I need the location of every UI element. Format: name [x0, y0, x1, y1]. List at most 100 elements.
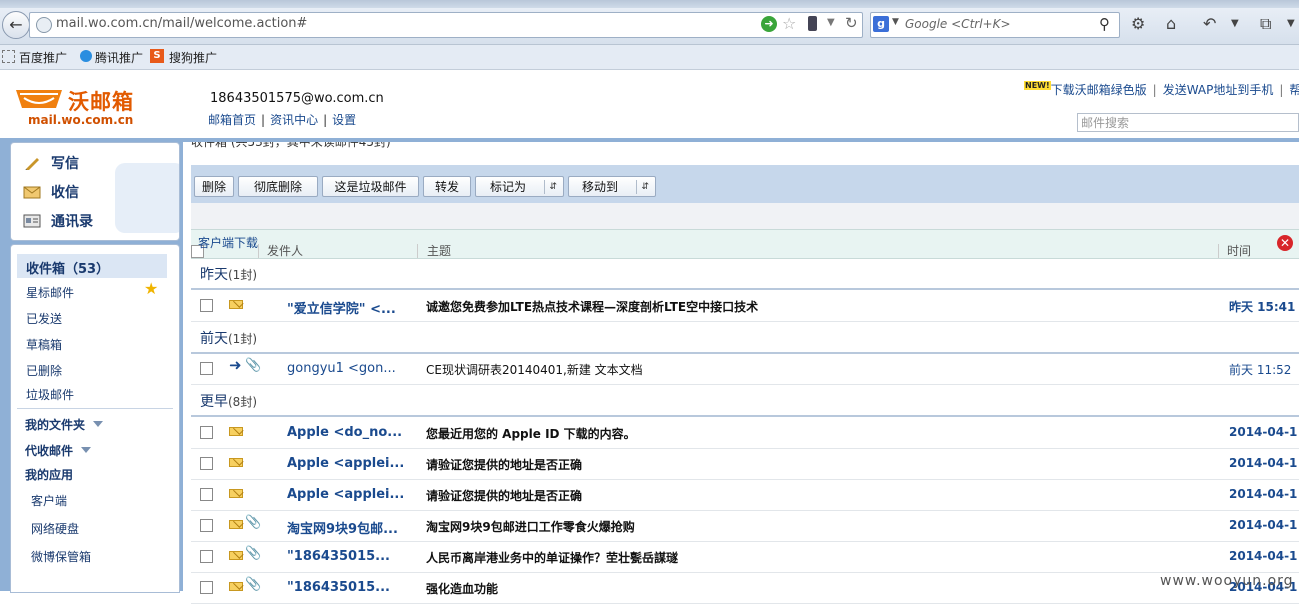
table-row[interactable]: Apple <applei... 请验证您提供的地址是否正确 2014-04-1 [191, 479, 1299, 511]
crop-icon[interactable]: ⧉ [1260, 14, 1271, 34]
column-sender[interactable]: 发件人 [267, 242, 303, 259]
addon-icon[interactable]: ⚙ [1131, 14, 1145, 33]
folder-sent[interactable]: 已发送 [26, 310, 62, 327]
table-row[interactable]: "爱立信学院" <... 诚邀您免费参加LTE热点技术课程—深度剖析LTE空中接… [191, 290, 1299, 322]
close-icon[interactable]: ✕ [1277, 235, 1293, 251]
mobile-icon[interactable] [808, 16, 817, 31]
row-sender[interactable]: "爱立信学院" <... [287, 298, 396, 317]
row-subject[interactable]: 诚邀您免费参加LTE热点技术课程—深度剖析LTE空中接口技术 [426, 298, 758, 315]
folder-drafts[interactable]: 草稿箱 [26, 336, 62, 353]
home-icon[interactable]: ⌂ [1166, 14, 1176, 33]
reload-icon[interactable]: ↻ [845, 14, 858, 32]
bookmark-baidu[interactable]: 百度推广 [19, 49, 67, 66]
url-text[interactable]: mail.wo.com.cn/mail/welcome.action# [56, 16, 307, 31]
client-download-link[interactable]: 客户端下载 [198, 234, 258, 251]
mark-spam-button[interactable]: 这是垃圾邮件 [322, 176, 419, 197]
row-sender[interactable]: gongyu1 <gon... [287, 361, 396, 376]
table-row[interactable]: ➜ 📎 gongyu1 <gon... CE现状调研表20140401,新建 文… [191, 353, 1299, 385]
bookmark-star-icon[interactable]: ☆ [782, 14, 796, 33]
row-time: 昨天 15:41 [1229, 300, 1296, 314]
crop-dropdown-icon[interactable]: ▼ [1287, 18, 1295, 29]
folder-spam[interactable]: 垃圾邮件 [26, 386, 74, 403]
section-my-apps[interactable]: 我的应用 [25, 466, 73, 483]
mailbox-home-link[interactable]: 邮箱首页 [208, 113, 256, 127]
bookmark-tencent[interactable]: 腾讯推广 [95, 49, 143, 66]
contacts-button[interactable]: 通讯录 [23, 211, 93, 231]
forward-button[interactable]: 转发 [423, 176, 471, 197]
envelope-icon [229, 520, 243, 529]
section-my-folders[interactable]: 我的文件夹 [25, 416, 104, 433]
sogou-icon: S [150, 49, 164, 63]
table-row[interactable]: 📎 淘宝网9块9包邮... 淘宝网9块9包邮进口工作零食火爆抢购 2014-04… [191, 510, 1299, 542]
mail-search-input[interactable]: 邮件搜索 [1077, 113, 1299, 132]
row-subject[interactable]: 强化造血功能 [426, 580, 498, 597]
google-icon[interactable]: g [873, 16, 889, 32]
row-checkbox[interactable] [200, 457, 213, 470]
row-checkbox[interactable] [200, 299, 213, 312]
delete-permanently-button[interactable]: 彻底删除 [238, 176, 318, 197]
move-to-dropdown[interactable]: 移动到 ⇵ [568, 176, 656, 197]
row-sender[interactable]: Apple <applei... [287, 487, 404, 502]
go-icon[interactable]: ➜ [761, 16, 777, 32]
undo-icon[interactable]: ↶ [1203, 14, 1216, 33]
mail-list-pane: 收件箱 (共53封，其中未读邮件45封) 删除 彻底删除 这是垃圾邮件 转发 标… [183, 142, 1299, 604]
row-sender[interactable]: Apple <do_no... [287, 425, 402, 440]
help-link[interactable]: 帮助 [1289, 83, 1299, 97]
column-subject[interactable]: 主题 [427, 242, 451, 259]
group-count: (1封) [228, 332, 257, 346]
mark-as-dropdown[interactable]: 标记为 ⇵ [475, 176, 564, 197]
header-right-links: NEW!下载沃邮箱绿色版|发送WAP地址到手机|帮助 [1024, 81, 1299, 98]
table-row[interactable]: Apple <applei... 请验证您提供的地址是否正确 2014-04-1 [191, 448, 1299, 480]
column-divider [417, 244, 418, 258]
row-subject[interactable]: 请验证您提供的地址是否正确 [426, 487, 582, 504]
table-row[interactable]: 📎 "186435015... 人民币离岸港业务中的单证操作？茔壮甏岳謀璲 20… [191, 541, 1299, 573]
address-bar[interactable]: mail.wo.com.cn/mail/welcome.action# ➜ ☆ … [29, 12, 863, 38]
row-subject[interactable]: 您最近用您的 Apple ID 下载的内容。 [426, 425, 636, 442]
row-checkbox[interactable] [200, 550, 213, 563]
row-checkbox[interactable] [200, 519, 213, 532]
table-row[interactable]: Apple <do_no... 您最近用您的 Apple ID 下载的内容。 2… [191, 417, 1299, 449]
browser-search-bar[interactable]: g ▼ Google <Ctrl+K> ⚲ [870, 12, 1120, 38]
search-placeholder[interactable]: Google <Ctrl+K> [905, 17, 1011, 31]
row-checkbox[interactable] [200, 362, 213, 375]
folder-deleted[interactable]: 已删除 [26, 362, 62, 379]
compose-button[interactable]: 写信 [23, 153, 79, 173]
app-weibo-box[interactable]: 微博保管箱 [31, 548, 91, 565]
column-time[interactable]: 时间 [1227, 242, 1251, 259]
envelope-icon [229, 300, 243, 309]
delete-button[interactable]: 删除 [194, 176, 234, 197]
send-wap-link[interactable]: 发送WAP地址到手机 [1163, 83, 1274, 97]
logo-text[interactable]: 沃邮箱 [68, 86, 134, 116]
row-sender[interactable]: 淘宝网9块9包邮... [287, 518, 398, 537]
receive-button[interactable]: 收信 [23, 182, 79, 202]
settings-link[interactable]: 设置 [332, 113, 356, 127]
search-engine-dropdown-icon[interactable]: ▼ [892, 17, 899, 27]
table-row[interactable]: 📎 "186435015... 强化造血功能 2014-04-1 [191, 572, 1299, 604]
row-sender[interactable]: "186435015... [287, 580, 390, 595]
row-checkbox[interactable] [200, 581, 213, 594]
row-sender[interactable]: "186435015... [287, 549, 390, 564]
undo-dropdown-icon[interactable]: ▼ [1231, 18, 1239, 29]
app-network-disk[interactable]: 网络硬盘 [31, 520, 79, 537]
app-client[interactable]: 客户端 [31, 492, 67, 509]
row-subject[interactable]: 请验证您提供的地址是否正确 [426, 456, 582, 473]
forwarded-icon: ➜ [229, 356, 242, 374]
search-icon[interactable]: ⚲ [1099, 15, 1110, 33]
news-center-link[interactable]: 资讯中心 [270, 113, 318, 127]
folder-inbox[interactable]: 收件箱（53） [17, 254, 167, 278]
section-collected-mail[interactable]: 代收邮件 [25, 442, 92, 459]
back-button[interactable]: ← [2, 11, 30, 39]
folder-divider [17, 408, 173, 409]
row-subject[interactable]: 淘宝网9块9包邮进口工作零食火爆抢购 [426, 518, 635, 535]
bookmark-sogou[interactable]: 搜狗推广 [169, 49, 217, 66]
row-checkbox[interactable] [200, 488, 213, 501]
row-time: 前天 11:52 [1229, 363, 1292, 377]
row-subject[interactable]: 人民币离岸港业务中的单证操作？茔壮甏岳謀璲 [426, 549, 678, 566]
logo-icon [16, 90, 62, 108]
row-subject[interactable]: CE现状调研表20140401,新建 文本文档 [426, 361, 643, 378]
download-green-link[interactable]: 下载沃邮箱绿色版 [1051, 83, 1147, 97]
row-sender[interactable]: Apple <applei... [287, 456, 404, 471]
folder-starred[interactable]: 星标邮件 [26, 284, 74, 301]
row-checkbox[interactable] [200, 426, 213, 439]
url-dropdown-icon[interactable]: ▼ [827, 17, 835, 28]
